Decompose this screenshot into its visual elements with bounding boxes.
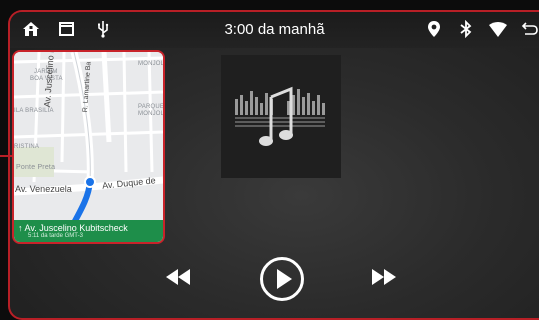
status-bar: 3:00 da manhã bbox=[10, 12, 539, 48]
map-label-vila-brasilia: ILA BRASILIA bbox=[14, 108, 54, 114]
map-label-ponte-preta: Ponte Preta bbox=[16, 164, 56, 171]
map-label-cristina: RISTINA bbox=[14, 144, 40, 150]
map-label-monjolo-top: MONJOL bbox=[138, 61, 165, 67]
navigation-map-widget[interactable]: JARDIM BOA VISTA ILA BRASILIA RISTINA PA… bbox=[12, 50, 165, 244]
play-icon bbox=[277, 269, 292, 289]
map-label-parque: PARQUE bbox=[138, 104, 165, 110]
album-art bbox=[221, 55, 341, 178]
turn-arrow-icon: ↑ bbox=[18, 223, 23, 233]
music-note-icon bbox=[221, 55, 341, 178]
nav-street-name: Av. Juscelino Kubitscheck bbox=[24, 223, 128, 233]
frame-accent-line bbox=[0, 155, 12, 157]
street-label-venezuela: Av. Venezuela bbox=[15, 184, 72, 194]
next-track-icon bbox=[372, 269, 396, 285]
location-pin-icon bbox=[425, 20, 443, 38]
navigation-instruction-bar[interactable]: ↑ Av. Juscelino Kubitscheck 5:11 da tard… bbox=[14, 220, 163, 242]
back-icon[interactable] bbox=[521, 20, 539, 38]
head-unit-screen: 3:00 da manhã JARDIM BOA VISTA ILA BRASI… bbox=[8, 10, 539, 320]
map-label-monjolo: MONJOL bbox=[138, 111, 165, 117]
next-track-button[interactable] bbox=[372, 269, 396, 285]
nav-instruction: ↑ Av. Juscelino Kubitscheck bbox=[18, 223, 128, 233]
previous-track-icon bbox=[166, 269, 190, 285]
current-location-marker bbox=[84, 176, 96, 188]
previous-track-button[interactable] bbox=[166, 269, 190, 285]
bluetooth-icon bbox=[457, 20, 475, 38]
play-button[interactable] bbox=[260, 257, 304, 301]
status-right-group bbox=[425, 20, 539, 38]
wifi-icon bbox=[489, 20, 507, 38]
nav-eta: 5:11 da tarde GMT-3 bbox=[28, 233, 83, 239]
